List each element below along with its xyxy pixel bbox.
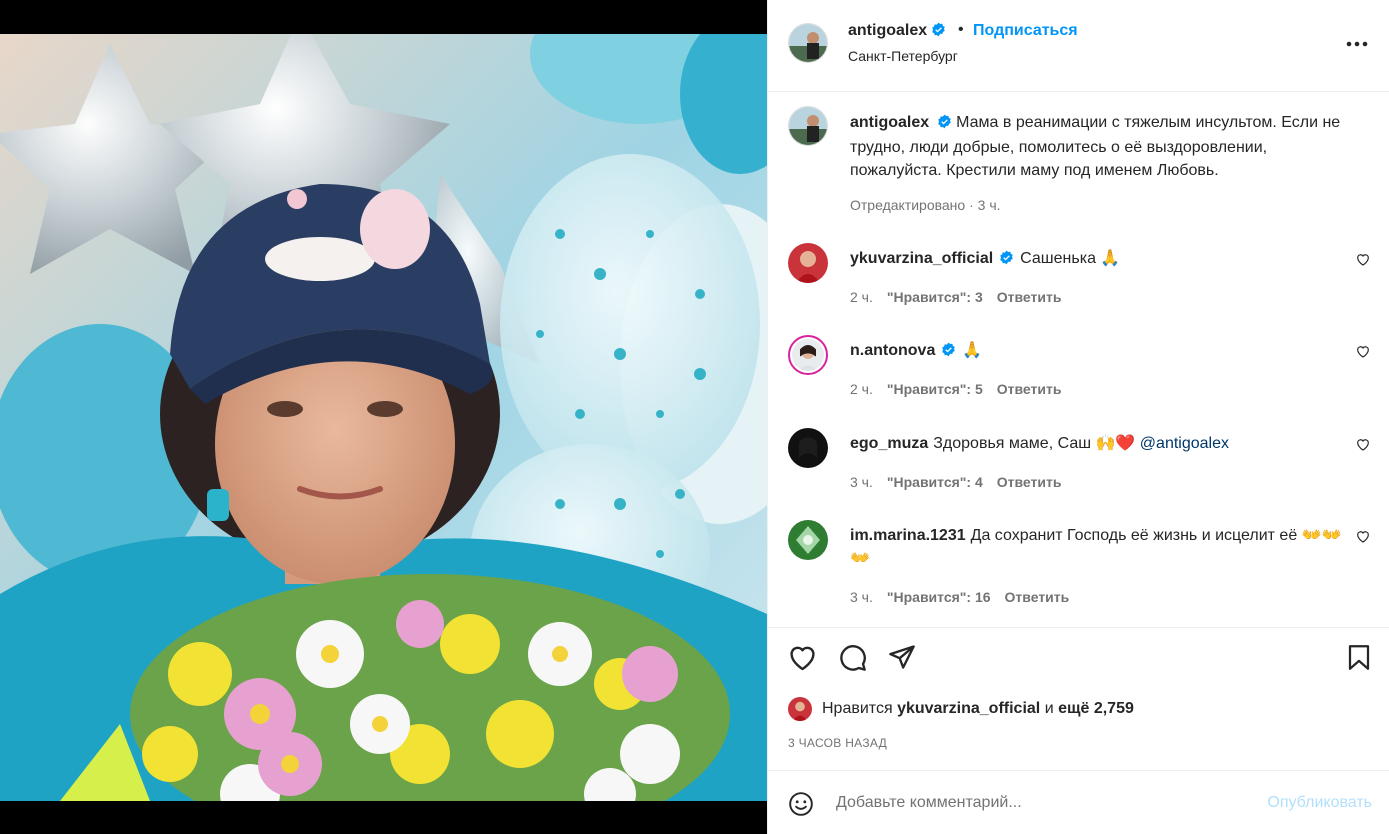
likes-conjunction: и bbox=[1044, 700, 1054, 717]
comment-mention-link[interactable]: @antigoalex bbox=[1140, 435, 1229, 452]
comment-time[interactable]: 2 ч. bbox=[850, 289, 873, 305]
likes-text: Нравится ykuvarzina_official и ещё 2,759 bbox=[822, 700, 1134, 718]
comment-like-heart-icon[interactable] bbox=[1356, 253, 1370, 271]
reply-button[interactable]: Ответить bbox=[1005, 589, 1070, 605]
comment-icon[interactable] bbox=[839, 644, 867, 677]
heart-icon[interactable] bbox=[788, 644, 817, 676]
paper-plane-icon[interactable] bbox=[888, 644, 916, 675]
comment-input[interactable] bbox=[836, 789, 1236, 817]
post-header: antigoalex • Подписаться Санкт-Петербург bbox=[768, 0, 1389, 92]
caption-time[interactable]: 3 ч. bbox=[978, 197, 1001, 213]
comment-like-heart-icon[interactable] bbox=[1356, 438, 1370, 456]
caption-author-avatar[interactable] bbox=[788, 106, 828, 146]
bookmark-icon[interactable] bbox=[1347, 644, 1371, 676]
verified-badge-icon bbox=[999, 249, 1014, 272]
comment-like-heart-icon[interactable] bbox=[1356, 530, 1370, 548]
more-horizontal-icon[interactable] bbox=[1346, 34, 1368, 52]
comment-text: Здоровья маме, Саш 🙌❤️ bbox=[933, 435, 1136, 452]
caption-avatar-image bbox=[789, 107, 827, 145]
comment-body: ego_muza Здоровья маме, Саш 🙌❤️ @antigoal… bbox=[850, 432, 1350, 455]
comment-likes[interactable]: "Нравится": 3 bbox=[887, 289, 983, 305]
reply-button[interactable]: Ответить bbox=[997, 474, 1062, 490]
comment-time[interactable]: 3 ч. bbox=[850, 589, 873, 605]
comment-avatar[interactable] bbox=[788, 428, 828, 468]
liker-username[interactable]: ykuvarzina_official bbox=[897, 700, 1040, 717]
liker-avatar-image bbox=[788, 697, 812, 721]
comment-meta: 3 ч. "Нравится": 16 Ответить bbox=[850, 589, 1069, 605]
comment-author[interactable]: im.marina.1231 bbox=[850, 527, 966, 544]
comment-body: ykuvarzina_official Сашенька 🙏 bbox=[850, 247, 1350, 272]
comment-text: Сашенька 🙏 bbox=[1020, 250, 1121, 267]
post-location[interactable]: Санкт-Петербург bbox=[848, 48, 958, 64]
comment-author[interactable]: ykuvarzina_official bbox=[850, 250, 993, 267]
comment-body: n.antonova 🙏 bbox=[850, 339, 1350, 364]
likes-prefix: Нравится bbox=[822, 700, 893, 717]
post-media bbox=[0, 0, 767, 834]
comment-meta: 2 ч. "Нравится": 5 Ответить bbox=[850, 381, 1061, 397]
photo-illustration bbox=[0, 34, 767, 801]
comment-time[interactable]: 2 ч. bbox=[850, 381, 873, 397]
comment-avatar-image bbox=[792, 339, 824, 371]
follow-button[interactable]: Подписаться bbox=[973, 22, 1078, 40]
instagram-post: antigoalex • Подписаться Санкт-Петербург… bbox=[0, 0, 1389, 834]
comment-meta: 2 ч. "Нравится": 3 Ответить bbox=[850, 289, 1061, 305]
verified-badge-icon bbox=[941, 341, 956, 364]
comment-author[interactable]: ego_muza bbox=[850, 435, 928, 452]
caption-meta: Отредактировано · 3 ч. bbox=[850, 197, 1001, 213]
meta-separator: · bbox=[969, 197, 974, 213]
comment-meta: 3 ч. "Нравится": 4 Ответить bbox=[850, 474, 1061, 490]
comment-avatar-image bbox=[788, 243, 828, 283]
verified-badge-icon bbox=[937, 113, 952, 136]
comment-avatar-image bbox=[788, 520, 828, 560]
author-avatar-image bbox=[789, 24, 827, 62]
comments-list[interactable]: antigoalex Мама в реанимации с тяжелым ин… bbox=[768, 93, 1389, 626]
comment-avatar-story-ring[interactable] bbox=[788, 335, 828, 375]
comment-likes[interactable]: "Нравится": 4 bbox=[887, 474, 983, 490]
verified-badge-icon bbox=[931, 22, 946, 42]
post-caption: antigoalex Мама в реанимации с тяжелым ин… bbox=[850, 111, 1355, 182]
post-actions-bar bbox=[768, 627, 1389, 687]
edited-label: Отредактировано bbox=[850, 197, 966, 213]
header-separator: • bbox=[958, 21, 964, 38]
post-timestamp[interactable]: 3 ЧАСОВ НАЗАД bbox=[788, 736, 887, 750]
post-photo[interactable] bbox=[0, 34, 767, 801]
comment-time[interactable]: 3 ч. bbox=[850, 474, 873, 490]
comment-avatar-image bbox=[788, 428, 828, 468]
comment-likes[interactable]: "Нравится": 5 bbox=[887, 381, 983, 397]
emoji-icon[interactable] bbox=[788, 791, 814, 822]
comment-text: 🙏 bbox=[962, 342, 983, 359]
comment-body: im.marina.1231 Да сохранит Господь её жиз… bbox=[850, 524, 1350, 570]
reply-button[interactable]: Ответить bbox=[997, 289, 1062, 305]
publish-button[interactable]: Опубликовать bbox=[1267, 794, 1372, 812]
post-sidebar: antigoalex • Подписаться Санкт-Петербург… bbox=[767, 0, 1389, 834]
author-username[interactable]: antigoalex bbox=[848, 22, 927, 39]
caption-author[interactable]: antigoalex bbox=[850, 114, 929, 131]
reply-button[interactable]: Ответить bbox=[997, 381, 1062, 397]
author-name-row: antigoalex bbox=[848, 22, 946, 42]
author-avatar[interactable] bbox=[788, 23, 828, 63]
comment-likes[interactable]: "Нравится": 16 bbox=[887, 589, 991, 605]
comment-avatar[interactable] bbox=[788, 243, 828, 283]
comment-avatar[interactable] bbox=[788, 520, 828, 560]
comment-like-heart-icon[interactable] bbox=[1356, 345, 1370, 363]
likes-count[interactable]: ещё 2,759 bbox=[1058, 700, 1134, 717]
liker-avatar bbox=[788, 697, 812, 721]
comment-author[interactable]: n.antonova bbox=[850, 342, 935, 359]
add-comment-bar: Опубликовать bbox=[768, 770, 1389, 834]
